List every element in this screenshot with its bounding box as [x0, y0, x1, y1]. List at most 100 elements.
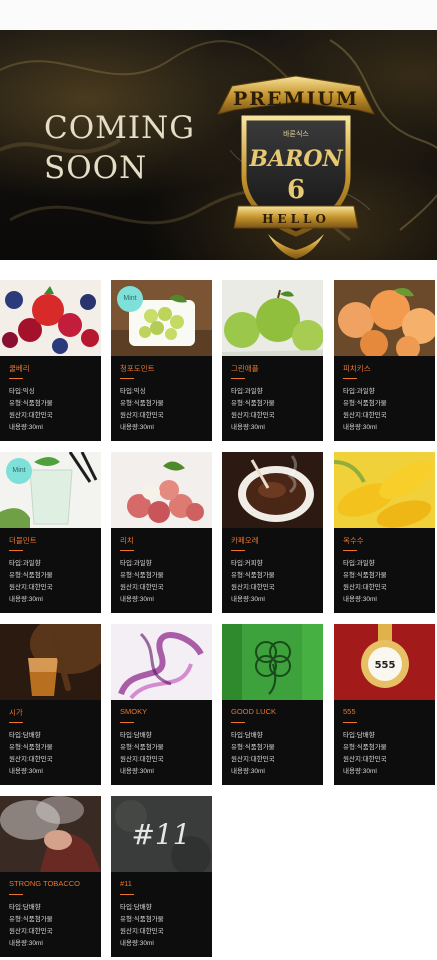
badge-korean-text: 바론식스	[283, 129, 309, 138]
name-underline	[120, 378, 134, 379]
product-name[interactable]: SMOKY	[120, 707, 147, 716]
product-type: 타입:담배향	[120, 732, 152, 739]
product-card[interactable]: 옥수수타입:과일향 유형:식품첨가물 원산지:대한민국 내용량:30ml	[334, 452, 435, 613]
product-type: 타입:믹싱	[120, 388, 146, 395]
product-kind: 유형:식품첨가물	[120, 744, 164, 751]
badge-ribbon-text: HELLO	[262, 212, 330, 226]
product-card[interactable]: Mint 청포도민트 타입:믹싱 유형:식품첨가물 원산지:대한민국 내용량:30ml	[111, 280, 212, 441]
product-image[interactable]	[111, 624, 212, 700]
clover-image	[222, 624, 323, 700]
product-info: 타입:과일향 유형:식품첨가물 원산지:대한민국 내용량:30ml	[120, 558, 164, 606]
product-kind: 유형:식품첨가물	[9, 572, 53, 579]
product-name[interactable]: GOOD LUCK	[231, 707, 276, 716]
product-type: 타입:담배향	[9, 732, 41, 739]
name-underline	[343, 722, 357, 723]
product-card[interactable]: Mint 더블민트 타입:과일향 유형:식품첨가물 원산지:대한민국 내용량:30ml	[0, 452, 101, 613]
product-name[interactable]: 그린애플	[231, 363, 259, 374]
product-volume: 내용량:30ml	[231, 768, 265, 775]
chalk-11-image: #11	[111, 796, 212, 872]
product-name[interactable]: #11	[120, 879, 132, 888]
cigar-whiskey-image	[0, 624, 101, 700]
product-image[interactable]	[222, 452, 323, 528]
soon-line: SOON	[44, 150, 148, 186]
product-name[interactable]: STRONG TOBACCO	[9, 879, 80, 888]
product-card[interactable]: 리치타입:과일향 유형:식품첨가물 원산지:대한민국 내용량:30ml	[111, 452, 212, 613]
product-image[interactable]	[222, 624, 323, 700]
product-image[interactable]	[222, 280, 323, 356]
coming-line: COMING	[44, 110, 196, 146]
name-underline	[9, 550, 23, 551]
purple-smoke-image	[111, 624, 212, 700]
product-card[interactable]: 카페오레타입:커피향 유형:식품첨가물 원산지:대한민국 내용량:30ml	[222, 452, 323, 613]
product-card[interactable]: 피치키스 타입:과일향 유형:식품첨가물 원산지:대한민국 내용량:30ml	[334, 280, 435, 441]
product-card[interactable]: 쿨베리 타입:믹싱 유형:식품첨가물 원산지:대한민국 내용량:30ml	[0, 280, 101, 441]
badge-premium-text: PREMIUM	[233, 88, 359, 110]
product-image[interactable]: Mint	[111, 280, 212, 356]
product-info: 타입:커피향 유형:식품첨가물 원산지:대한민국 내용량:30ml	[231, 558, 275, 606]
product-kind: 유형:식품첨가물	[343, 400, 387, 407]
product-card[interactable]: 시가 타입:담배향 유형:식품첨가물 원산지:대한민국 내용량:30ml	[0, 624, 101, 785]
svg-text:#11: #11	[131, 818, 190, 851]
product-kind: 유형:식품첨가물	[9, 744, 53, 751]
product-image[interactable]: 555	[334, 624, 435, 700]
product-origin: 원산지:대한민국	[343, 584, 387, 591]
product-info: 타입:담배향 유형:식품첨가물 원산지:대한민국 내용량:30ml	[120, 730, 164, 778]
product-info: 타입:담배향 유형:식품첨가물 원산지:대한민국 내용량:30ml	[9, 902, 53, 950]
name-underline	[9, 378, 23, 379]
name-underline	[120, 722, 134, 723]
product-image[interactable]	[0, 280, 101, 356]
product-type: 타입:과일향	[343, 388, 375, 395]
coming-soon-text: COMING SOON	[44, 108, 195, 188]
name-underline	[120, 550, 134, 551]
coffee-image	[222, 452, 323, 528]
product-name[interactable]: 555	[343, 707, 356, 716]
product-image[interactable]	[334, 280, 435, 356]
product-volume: 내용량:30ml	[343, 768, 377, 775]
product-origin: 원산지:대한민국	[9, 412, 53, 419]
mint-badge: Mint	[6, 458, 32, 484]
product-info: 타입:믹싱 유형:식품첨가물 원산지:대한민국 내용량:30ml	[120, 386, 164, 434]
svg-text:555: 555	[375, 660, 396, 671]
product-image[interactable]	[111, 452, 212, 528]
product-kind: 유형:식품첨가물	[120, 400, 164, 407]
product-image[interactable]: Mint	[0, 452, 101, 528]
product-volume: 내용량:30ml	[120, 596, 154, 603]
product-name[interactable]: 피치키스	[343, 363, 371, 374]
product-card[interactable]: GOOD LUCK 타입:담배향 유형:식품첨가물 원산지:대한민국 내용량:30ml	[222, 624, 323, 785]
product-volume: 내용량:30ml	[231, 596, 265, 603]
product-card[interactable]: 그린애플 타입:과일향 유형:식품첨가물 원산지:대한민국 내용량:30ml	[222, 280, 323, 441]
product-origin: 원산지:대한민국	[9, 928, 53, 935]
smoker-image	[0, 796, 101, 872]
name-underline	[231, 722, 245, 723]
product-name[interactable]: 쿨베리	[9, 363, 30, 374]
product-type: 타입:담배향	[120, 904, 152, 911]
product-name[interactable]: 더블민트	[9, 535, 37, 546]
product-origin: 원산지:대한민국	[231, 412, 275, 419]
product-origin: 원산지:대한민국	[120, 412, 164, 419]
product-image[interactable]	[0, 624, 101, 700]
product-kind: 유형:식품첨가물	[120, 916, 164, 923]
product-volume: 내용량:30ml	[231, 424, 265, 431]
product-card[interactable]: SMOKY 타입:담배향 유형:식품첨가물 원산지:대한민국 내용량:30ml	[111, 624, 212, 785]
product-type: 타입:커피향	[231, 560, 263, 567]
product-image[interactable]: #11	[111, 796, 212, 872]
product-name[interactable]: 옥수수	[343, 535, 364, 546]
555-emblem-image: 555	[334, 624, 435, 700]
product-image[interactable]	[0, 796, 101, 872]
product-name[interactable]: 리치	[120, 535, 134, 546]
product-name[interactable]: 시가	[9, 707, 23, 718]
product-kind: 유형:식품첨가물	[231, 400, 275, 407]
product-card[interactable]: 555 555 타입:담배향 유형:식품첨가물 원산지:대한민국 내용량:30ml	[334, 624, 435, 785]
product-info: 타입:과일향 유형:식품첨가물 원산지:대한민국 내용량:30ml	[343, 558, 387, 606]
name-underline	[231, 378, 245, 379]
product-type: 타입:담배향	[343, 732, 375, 739]
product-card[interactable]: #11 #11 타입:담배향 유형:식품첨가물 원산지:대한민국 내용량:30ml	[111, 796, 212, 957]
product-card[interactable]: STRONG TOBACCO 타입:담배향 유형:식품첨가물 원산지:대한민국 내용량:…	[0, 796, 101, 957]
product-kind: 유형:식품첨가물	[9, 916, 53, 923]
product-volume: 내용량:30ml	[343, 424, 377, 431]
product-name[interactable]: 카페오레	[231, 535, 259, 546]
product-name[interactable]: 청포도민트	[120, 363, 155, 374]
product-image[interactable]	[334, 452, 435, 528]
lychee-image	[111, 452, 212, 528]
